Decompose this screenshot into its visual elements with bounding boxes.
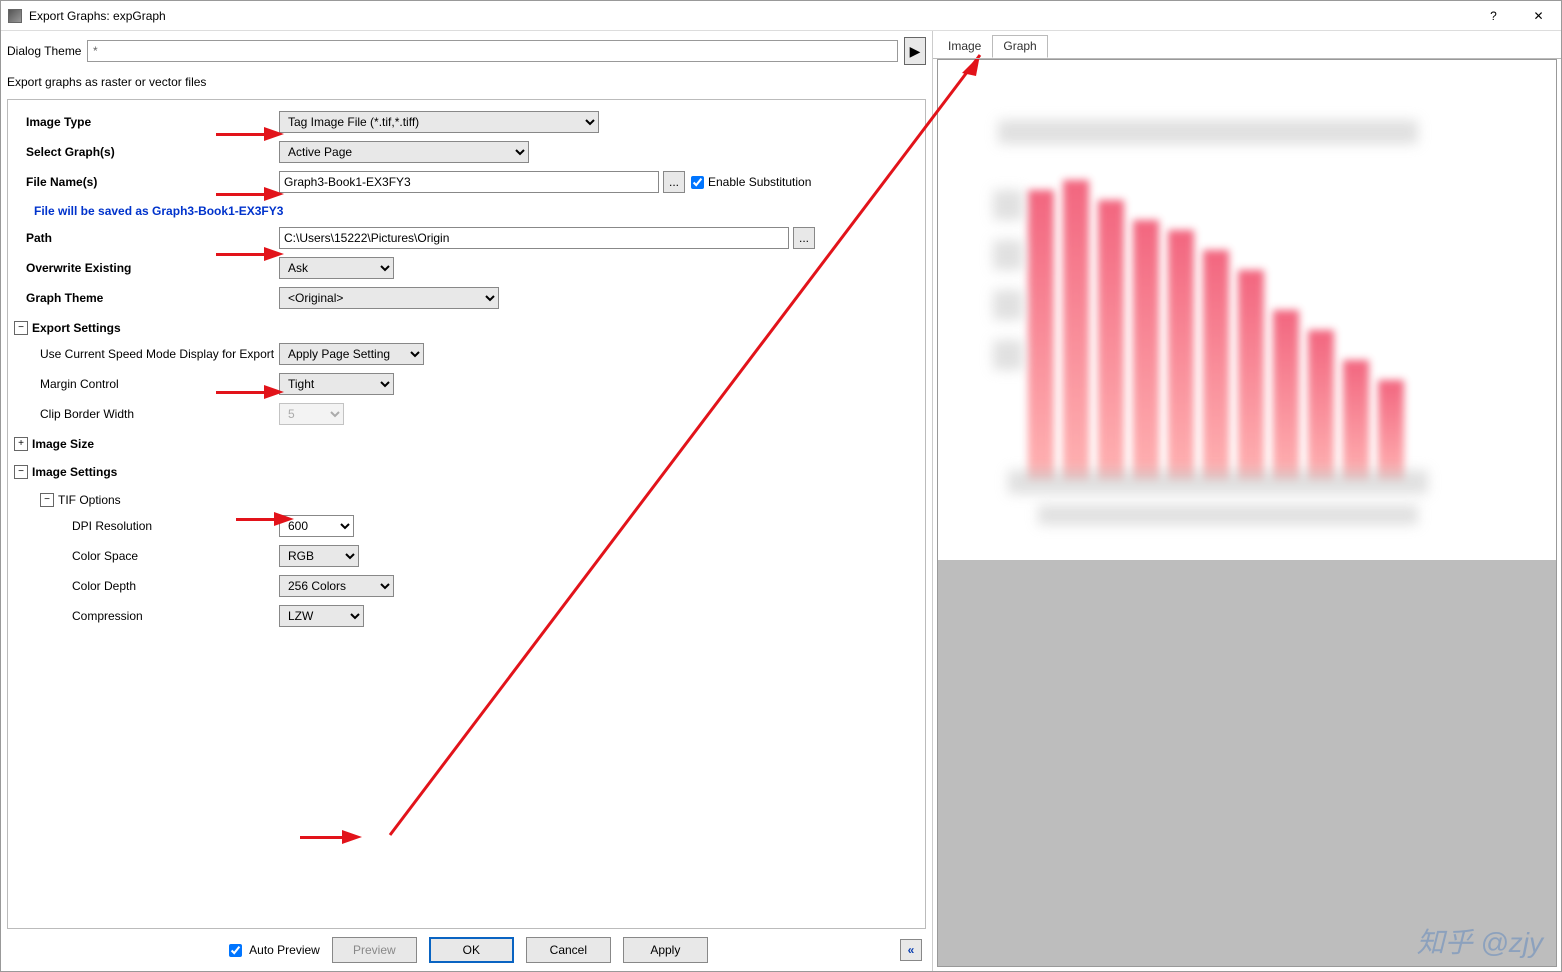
auto-preview-checkbox[interactable]: [229, 944, 242, 957]
margin-control-label: Margin Control: [14, 377, 279, 391]
compression-label: Compression: [14, 609, 279, 623]
path-browse-button[interactable]: ...: [793, 227, 815, 249]
dialog-theme-label: Dialog Theme: [7, 44, 81, 58]
dialog-theme-input[interactable]: [87, 40, 898, 62]
compression-select[interactable]: LZW: [279, 605, 364, 627]
select-graphs-select[interactable]: Active Page: [279, 141, 529, 163]
preview-tabs: Image Graph: [933, 31, 1561, 59]
speed-mode-select[interactable]: Apply Page Setting: [279, 343, 424, 365]
tif-options-toggle[interactable]: −: [40, 493, 54, 507]
theme-menu-button[interactable]: ▶: [904, 37, 926, 65]
overwrite-select[interactable]: Ask: [279, 257, 394, 279]
auto-preview-toggle[interactable]: Auto Preview: [225, 941, 320, 960]
enable-substitution-label: Enable Substitution: [708, 175, 811, 189]
export-settings-toggle[interactable]: −: [14, 321, 28, 335]
file-names-label: File Name(s): [14, 175, 279, 189]
graph-theme-label: Graph Theme: [14, 291, 279, 305]
title-bar: Export Graphs: expGraph ? ✕: [1, 1, 1561, 31]
speed-mode-label: Use Current Speed Mode Display for Expor…: [14, 347, 279, 361]
select-graphs-label: Select Graph(s): [14, 145, 279, 159]
enable-substitution-checkbox[interactable]: [691, 176, 704, 189]
tab-image[interactable]: Image: [937, 35, 992, 58]
ok-button[interactable]: OK: [429, 937, 514, 963]
preview-button: Preview: [332, 937, 417, 963]
help-button[interactable]: ?: [1471, 1, 1516, 31]
image-settings-toggle[interactable]: −: [14, 465, 28, 479]
image-size-toggle[interactable]: +: [14, 437, 28, 451]
preview-image: [938, 60, 1556, 560]
image-size-header: Image Size: [32, 437, 94, 451]
auto-preview-label: Auto Preview: [249, 943, 320, 957]
path-label: Path: [14, 231, 279, 245]
dpi-select[interactable]: 600: [279, 515, 354, 537]
image-settings-header: Image Settings: [32, 465, 117, 479]
button-bar: Auto Preview Preview OK Cancel Apply «: [1, 929, 932, 971]
settings-pane: Dialog Theme ▶ Export graphs as raster o…: [1, 31, 933, 971]
dialog-subtitle: Export graphs as raster or vector files: [1, 71, 932, 99]
form-area: Image Type Tag Image File (*.tif,*.tiff)…: [7, 99, 926, 929]
app-icon: [8, 9, 22, 23]
help-icon: ?: [1490, 9, 1497, 23]
file-names-input[interactable]: [279, 171, 659, 193]
clip-border-select: 5: [279, 403, 344, 425]
path-input[interactable]: [279, 227, 789, 249]
apply-button[interactable]: Apply: [623, 937, 708, 963]
color-space-select[interactable]: RGB: [279, 545, 359, 567]
file-names-browse-button[interactable]: ...: [663, 171, 685, 193]
tif-options-header: TIF Options: [58, 493, 121, 507]
color-depth-select[interactable]: 256 Colors: [279, 575, 394, 597]
image-type-label: Image Type: [14, 115, 279, 129]
export-settings-header: Export Settings: [32, 321, 121, 335]
color-space-label: Color Space: [14, 549, 279, 563]
preview-pane: Image Graph: [933, 31, 1561, 971]
color-depth-label: Color Depth: [14, 579, 279, 593]
saved-as-text: File will be saved as Graph3-Book1-EX3FY…: [14, 198, 919, 224]
clip-border-label: Clip Border Width: [14, 407, 279, 421]
window-title: Export Graphs: expGraph: [29, 9, 1471, 23]
close-button[interactable]: ✕: [1516, 1, 1561, 31]
close-icon: ✕: [1533, 9, 1543, 23]
image-type-select[interactable]: Tag Image File (*.tif,*.tiff): [279, 111, 599, 133]
margin-control-select[interactable]: Tight: [279, 373, 394, 395]
overwrite-label: Overwrite Existing: [14, 261, 279, 275]
tab-graph[interactable]: Graph: [992, 35, 1047, 58]
cancel-button[interactable]: Cancel: [526, 937, 611, 963]
collapse-panel-button[interactable]: «: [900, 939, 922, 961]
preview-canvas: [937, 59, 1557, 967]
graph-theme-select[interactable]: <Original>: [279, 287, 499, 309]
dpi-label: DPI Resolution: [14, 519, 279, 533]
